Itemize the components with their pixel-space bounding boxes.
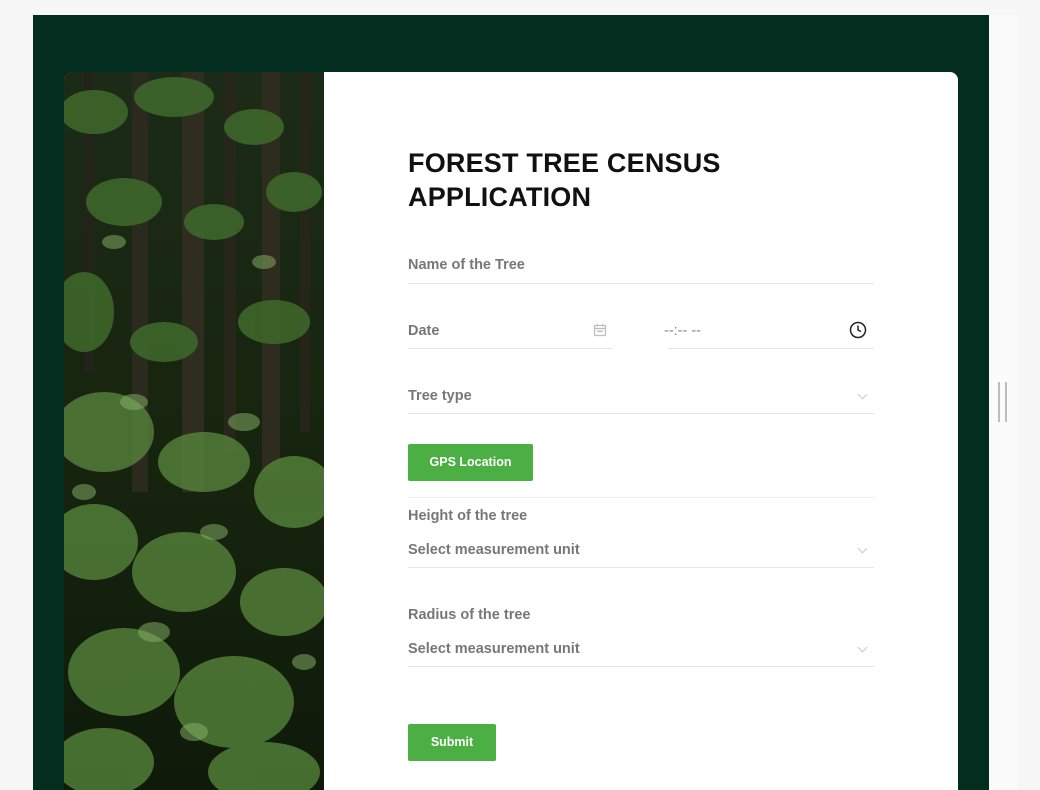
tree-type-placeholder: Tree type: [408, 388, 472, 404]
radius-label: Radius of the tree: [408, 607, 531, 623]
submit-button[interactable]: Submit: [408, 724, 496, 761]
tree-name-placeholder: Name of the Tree: [408, 257, 525, 273]
tree-type-select[interactable]: Tree type: [408, 385, 874, 414]
tree-name-input[interactable]: Name of the Tree: [408, 255, 874, 284]
calendar-icon[interactable]: [593, 323, 607, 342]
census-form: FOREST TREE CENSUS APPLICATION Name of t…: [408, 72, 874, 790]
page-title: FOREST TREE CENSUS APPLICATION: [408, 148, 721, 212]
height-unit-placeholder: Select measurement unit: [408, 542, 580, 558]
chevron-down-icon: [857, 389, 868, 400]
chevron-down-icon: [857, 543, 868, 554]
gps-location-button[interactable]: GPS Location: [408, 444, 533, 481]
forest-image: [64, 72, 324, 790]
chevron-down-icon: [857, 642, 868, 653]
date-input[interactable]: Date: [408, 320, 613, 349]
radius-unit-select[interactable]: Select measurement unit: [408, 638, 874, 667]
height-label: Height of the tree: [408, 508, 528, 524]
form-card: FOREST TREE CENSUS APPLICATION Name of t…: [64, 72, 958, 790]
radius-unit-placeholder: Select measurement unit: [408, 641, 580, 657]
time-input[interactable]: --:-- --: [664, 320, 874, 349]
clock-icon[interactable]: [849, 321, 867, 344]
date-placeholder: Date: [408, 323, 440, 339]
resize-handle[interactable]: [998, 382, 1007, 422]
height-unit-select[interactable]: Select measurement unit: [408, 539, 874, 568]
section-divider: [408, 497, 874, 498]
time-placeholder: --:-- --: [664, 323, 702, 339]
